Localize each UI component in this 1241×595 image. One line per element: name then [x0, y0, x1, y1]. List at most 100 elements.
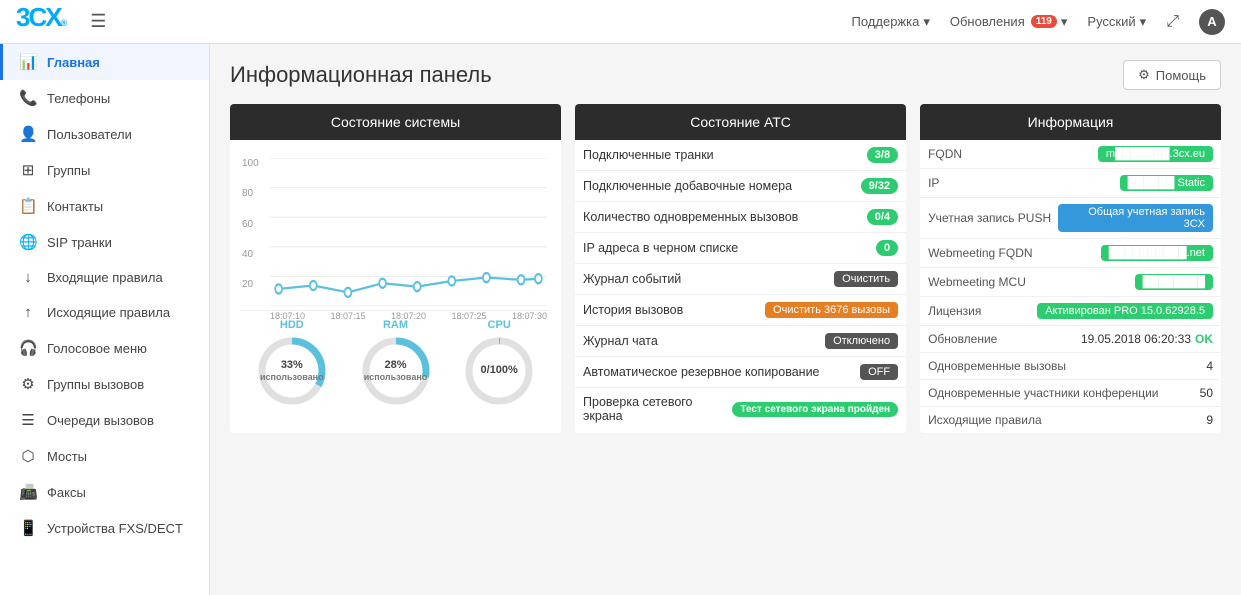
sidebar-item-outbound[interactable]: ↑ Исходящие правила	[0, 295, 209, 330]
callhistory-badge[interactable]: Очистить 3676 вызовы	[765, 302, 898, 318]
outbound-icon: ↑	[19, 304, 37, 321]
info-row-ip: IP ██████ Static	[920, 169, 1221, 198]
cards-row: Состояние системы 100 80 60 40 20	[230, 104, 1221, 433]
firewall-badge: Тест сетевого экрана пройден	[732, 402, 898, 417]
sidebar-item-home[interactable]: 📊 Главная	[0, 44, 209, 80]
ivr-icon: 🎧	[19, 339, 37, 357]
atc-row-trunks: Подключенные транки 3/8	[575, 140, 906, 171]
language-menu[interactable]: Русский ▾	[1087, 14, 1146, 30]
topbar-right: Поддержка ▾ Обновления 119 ▾ Русский ▾ ⤢…	[852, 9, 1226, 35]
outbound-rules-label: Исходящие правила	[928, 413, 1042, 427]
wm-mcu-value: ████████	[1135, 274, 1213, 290]
atc-status-header: Состояние АТС	[575, 104, 906, 140]
page-title: Информационная панель	[230, 62, 492, 88]
system-chart	[270, 158, 547, 306]
sidebar-item-groups[interactable]: ⊞ Группы	[0, 152, 209, 188]
sidebar-label: SIP транки	[47, 235, 112, 250]
queues-icon: ☰	[19, 411, 37, 429]
system-status-card: Состояние системы 100 80 60 40 20	[230, 104, 561, 433]
fax-icon: 📠	[19, 483, 37, 501]
sidebar-label: Входящие правила	[47, 270, 163, 285]
sidebar-item-callgroups[interactable]: ⚙ Группы вызовов	[0, 366, 209, 402]
sidebar-item-ivr[interactable]: 🎧 Голосовое меню	[0, 330, 209, 366]
blacklist-badge: 0	[876, 240, 898, 256]
sidebar-item-sip[interactable]: 🌐 SIP транки	[0, 224, 209, 260]
ip-label: IP	[928, 176, 1018, 190]
inbound-icon: ↓	[19, 269, 37, 286]
groups-icon: ⊞	[19, 161, 37, 179]
info-header: Информация	[920, 104, 1221, 140]
sidebar-item-phones[interactable]: 📞 Телефоны	[0, 80, 209, 116]
chevron-down-icon: ▾	[1061, 14, 1068, 30]
home-icon: 📊	[19, 53, 37, 71]
push-value: Общая учетная запись 3CX	[1058, 204, 1213, 232]
eventlog-badge[interactable]: Очистить	[834, 271, 898, 287]
gauge-row: HDD 33% использовано	[240, 310, 551, 411]
main-layout: 📊 Главная 📞 Телефоны 👤 Пользователи ⊞ Гр…	[0, 44, 1241, 595]
sidebar-label: Телефоны	[47, 91, 110, 106]
updates-menu[interactable]: Обновления 119 ▾	[950, 14, 1068, 30]
sidebar-label: Мосты	[47, 449, 87, 464]
help-button[interactable]: ⚙ Помощь	[1123, 60, 1221, 90]
sidebar-item-inbound[interactable]: ↓ Входящие правила	[0, 260, 209, 295]
user-icon: 👤	[19, 125, 37, 143]
info-row-outbound-rules: Исходящие правила 9	[920, 407, 1221, 433]
contacts-icon: 📋	[19, 197, 37, 215]
license-value: Активирован PRO 15.0.62928.5	[1037, 303, 1213, 319]
info-row-push: Учетная запись PUSH Общая учетная запись…	[920, 198, 1221, 239]
chevron-down-icon: ▾	[1140, 14, 1147, 30]
sidebar-item-fxs[interactable]: 📱 Устройства FXS/DECT	[0, 510, 209, 546]
sidebar-item-bridges[interactable]: ⬡ Мосты	[0, 438, 209, 474]
content: Информационная панель ⚙ Помощь Состояние…	[210, 44, 1241, 595]
atc-status-body: Подключенные транки 3/8 Подключенные доб…	[575, 140, 906, 430]
license-label: Лицензия	[928, 304, 1018, 318]
sidebar-item-users[interactable]: 👤 Пользователи	[0, 116, 209, 152]
atc-row-firewall: Проверка сетевого экрана Тест сетевого э…	[575, 388, 906, 430]
fqdn-label: FQDN	[928, 147, 1018, 161]
atc-row-simultaneous: Количество одновременных вызовов 0/4	[575, 202, 906, 233]
chart-y-labels: 100 80 60 40 20	[242, 158, 259, 290]
user-button[interactable]: A	[1199, 9, 1225, 35]
push-label: Учетная запись PUSH	[928, 211, 1050, 225]
trunks-badge: 3/8	[867, 147, 898, 163]
fqdn-value: m███████.3cx.eu	[1098, 146, 1213, 162]
system-status-header: Состояние системы	[230, 104, 561, 140]
cpu-gauge: CPU 0/100%	[463, 319, 535, 407]
wm-mcu-label: Webmeeting MCU	[928, 275, 1026, 289]
atc-status-card: Состояние АТС Подключенные транки 3/8 По…	[575, 104, 906, 433]
ip-value: ██████ Static	[1120, 175, 1213, 191]
sidebar-item-queues[interactable]: ☰ Очереди вызовов	[0, 402, 209, 438]
info-body: FQDN m███████.3cx.eu IP ██████ Static Уч…	[920, 140, 1221, 433]
bridges-icon: ⬡	[19, 447, 37, 465]
info-row-license: Лицензия Активирован PRO 15.0.62928.5	[920, 297, 1221, 326]
sidebar: 📊 Главная 📞 Телефоны 👤 Пользователи ⊞ Гр…	[0, 44, 210, 595]
logo: 3CX®	[16, 2, 66, 40]
expand-button[interactable]: ⤢	[1166, 13, 1179, 31]
sim-calls-label: Одновременные вызовы	[928, 359, 1066, 373]
conf-label: Одновременные участники конференции	[928, 386, 1158, 400]
support-menu[interactable]: Поддержка ▾	[852, 14, 930, 30]
sidebar-label: Исходящие правила	[47, 305, 170, 320]
hdd-gauge: HDD 33% использовано	[256, 319, 328, 407]
fxs-icon: 📱	[19, 519, 37, 537]
atc-row-eventlog: Журнал событий Очистить	[575, 264, 906, 295]
ram-gauge: RAM 28% использовано	[360, 319, 432, 407]
sidebar-label: Главная	[47, 55, 100, 70]
atc-row-blacklist: IP адреса в черном списке 0	[575, 233, 906, 264]
atc-row-backup: Автоматическое резервное копирование OFF	[575, 357, 906, 388]
update-date: 19.05.2018 06:20:33	[1081, 332, 1191, 346]
sidebar-label: Пользователи	[47, 127, 132, 142]
callgroups-icon: ⚙	[19, 375, 37, 393]
sidebar-item-contacts[interactable]: 📋 Контакты	[0, 188, 209, 224]
updates-badge: 119	[1031, 15, 1057, 28]
update-ok: OK	[1195, 332, 1213, 346]
info-row-wm-mcu: Webmeeting MCU ████████	[920, 268, 1221, 297]
hdd-gauge-circle: 33% использовано	[256, 335, 328, 407]
info-row-update: Обновление 19.05.2018 06:20:33 OK	[920, 326, 1221, 353]
outbound-rules-value: 9	[1206, 413, 1213, 427]
backup-badge: OFF	[860, 364, 898, 380]
hamburger-menu[interactable]: ☰	[90, 11, 106, 32]
sim-calls-value: 4	[1206, 359, 1213, 373]
sidebar-item-fax[interactable]: 📠 Факсы	[0, 474, 209, 510]
sip-icon: 🌐	[19, 233, 37, 251]
